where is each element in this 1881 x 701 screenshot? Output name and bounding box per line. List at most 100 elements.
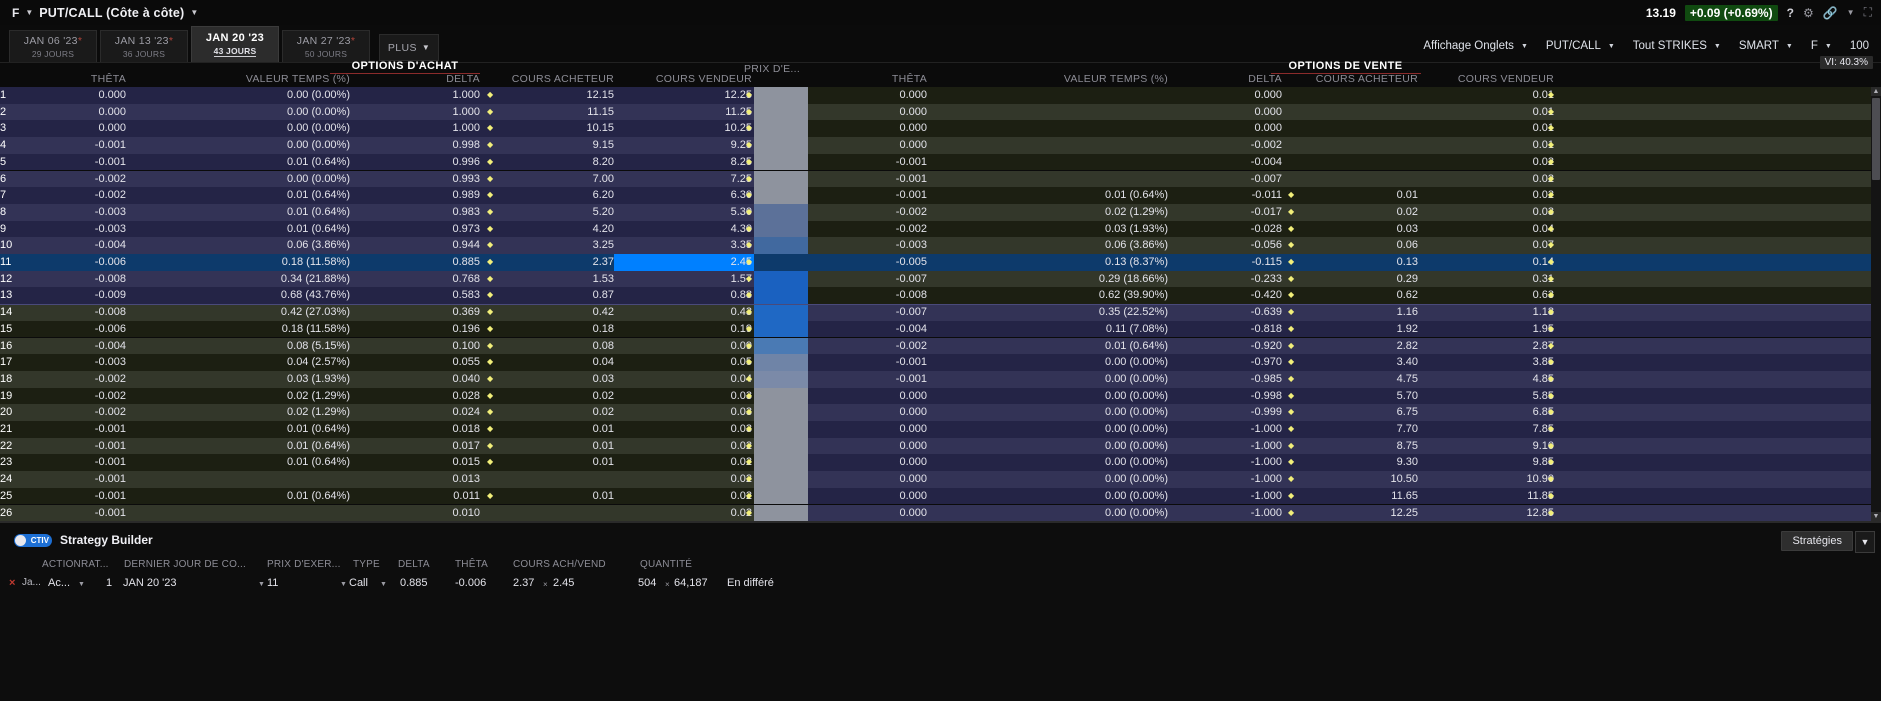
table-row[interactable]: -0.008 0.42 (27.03%) 0.369 ◆ 0.42 0.43 ◆ 14 -0.… [0,304,1881,321]
leg-ratio[interactable]: 1 [106,574,112,592]
put-delta[interactable]: -1.000 [1172,471,1282,488]
col-header-put-delta[interactable]: DELTA [1172,73,1282,85]
put-ask[interactable]: 10.90 ◆ [1424,471,1554,488]
call-time-value[interactable]: 0.34 (21.88%) [130,271,350,288]
put-time-value[interactable]: 0.00 (0.00%) [935,421,1168,438]
put-bid[interactable]: ◆ 11.65 [1288,488,1418,505]
call-delta[interactable]: 0.973 [355,221,480,238]
call-theta[interactable]: -0.002 [0,171,126,188]
put-bid[interactable]: ◆ 0.03 [1288,221,1418,238]
link-chevron-down-icon[interactable]: ▼ [1847,8,1855,17]
call-delta[interactable]: 0.768 [355,271,480,288]
quantity-field[interactable]: 100 [1841,40,1873,52]
put-ask[interactable]: 9.85 ◆ [1424,454,1554,471]
leg-last-day[interactable]: JAN 20 '23 [123,574,176,592]
option-type-dropdown[interactable]: PUT/CALL ▼ [1537,40,1624,52]
call-bid[interactable]: ◆ 12.15 [487,87,614,104]
call-bid[interactable]: ◆ 3.25 [487,237,614,254]
table-row[interactable]: -0.003 0.01 (0.64%) 0.973 ◆ 4.20 4.30 ◆ 9 -0.00… [0,220,1881,238]
put-time-value[interactable]: 0.62 (39.90%) [935,287,1168,304]
strike-price[interactable]: 16 [0,338,12,355]
put-time-value[interactable] [935,171,1168,188]
call-bid[interactable]: ◆ 6.20 [487,187,614,204]
call-time-value[interactable] [130,471,350,488]
leg-type-chevron-down-icon[interactable]: ▼ [380,574,387,596]
call-theta[interactable]: -0.004 [0,237,126,254]
call-ask[interactable]: 11.25 ◆ [625,104,752,121]
put-delta[interactable]: -1.000 [1172,505,1282,522]
call-time-value[interactable]: 0.01 (0.64%) [130,421,350,438]
call-ask[interactable]: 7.25 ◆ [625,171,752,188]
expand-icon[interactable]: ⛶ [1864,5,1872,20]
call-bid[interactable]: ◆ 0.04 [487,354,614,371]
call-bid[interactable]: ◆ 0.03 [487,371,614,388]
table-row[interactable]: -0.006 0.18 (11.58%) 0.885 ◆ 2.37 2.45 ◆ 11 -0.… [0,254,1881,271]
put-delta[interactable]: -0.998 [1172,388,1282,405]
put-theta[interactable]: -0.001 [815,154,927,171]
put-ask[interactable]: 0.01 ◆ [1424,104,1554,121]
put-time-value[interactable]: 0.00 (0.00%) [935,454,1168,471]
put-delta[interactable]: 0.000 [1172,120,1282,137]
put-time-value[interactable]: 0.00 (0.00%) [935,488,1168,505]
put-delta[interactable]: -0.639 [1172,304,1282,321]
put-theta[interactable]: -0.003 [815,237,927,254]
table-row[interactable]: 0.000 0.00 (0.00%) 1.000 ◆ 11.15 11.25 ◆ 2 0.00… [0,103,1881,121]
table-row[interactable]: -0.001 0.010 0.02 ◆ 26 0.000 0.00 (0.00%) -1.0… [0,504,1881,522]
call-bid[interactable] [487,471,614,488]
call-time-value[interactable]: 0.00 (0.00%) [130,87,350,104]
leg-strike-chevron-down-icon[interactable]: ▼ [340,574,347,596]
put-bid[interactable]: ◆ 1.92 [1288,321,1418,338]
title-chevron-down-icon[interactable]: ▼ [190,8,198,17]
call-time-value[interactable]: 0.08 (5.15%) [130,338,350,355]
put-bid[interactable]: ◆ 0.29 [1288,271,1418,288]
call-ask[interactable]: 0.02 ◆ [625,471,752,488]
call-theta[interactable]: -0.001 [0,137,126,154]
strike-price[interactable]: 19 [0,388,12,405]
put-time-value[interactable] [935,104,1168,121]
put-time-value[interactable] [935,87,1168,104]
call-time-value[interactable]: 0.00 (0.00%) [130,120,350,137]
expiry-tab-2-selected[interactable]: JAN 20 '23 43 JOURS [191,26,279,62]
put-time-value[interactable]: 0.01 (0.64%) [935,338,1168,355]
put-bid[interactable]: ◆ 10.50 [1288,471,1418,488]
put-theta[interactable]: -0.005 [815,254,927,271]
call-ask[interactable]: 5.30 ◆ [625,204,752,221]
table-row[interactable]: -0.002 0.00 (0.00%) 0.993 ◆ 7.00 7.25 ◆ 6 -0.00… [0,170,1881,188]
call-time-value[interactable]: 0.03 (1.93%) [130,371,350,388]
call-time-value[interactable]: 0.42 (27.03%) [130,304,350,321]
strike-price[interactable]: 25 [0,488,12,505]
call-ask[interactable]: 0.88 ◆ [625,287,752,304]
call-bid[interactable]: ◆ 0.01 [487,421,614,438]
call-time-value[interactable]: 0.68 (43.76%) [130,287,350,304]
table-row[interactable]: -0.001 0.00 (0.00%) 0.998 ◆ 9.15 9.25 ◆ 4 0.000… [0,137,1881,154]
call-delta[interactable]: 0.028 [355,388,480,405]
call-time-value[interactable]: 0.00 (0.00%) [130,137,350,154]
call-theta[interactable]: -0.006 [0,254,126,271]
put-ask[interactable]: 2.87 ◆ [1424,338,1554,355]
call-delta[interactable]: 0.018 [355,421,480,438]
put-ask[interactable]: 0.03 ◆ [1424,204,1554,221]
call-delta[interactable]: 0.100 [355,338,480,355]
call-ask[interactable]: 0.05 ◆ [625,354,752,371]
strike-price[interactable]: 21 [0,421,12,438]
more-expiries-button[interactable]: PLUS ▼ [379,34,439,61]
call-bid[interactable]: ◆ 0.01 [487,438,614,455]
put-bid[interactable]: ◆ 9.30 [1288,454,1418,471]
table-row[interactable]: -0.002 0.01 (0.64%) 0.989 ◆ 6.20 6.30 ◆ 7 -0.00… [0,187,1881,204]
table-row[interactable]: 0.000 0.00 (0.00%) 1.000 ◆ 12.15 12.25 ◆ 1 0.00… [0,87,1881,104]
call-ask[interactable]: 2.45 ◆ [625,254,752,271]
put-bid[interactable]: ◆ 0.62 [1288,287,1418,304]
put-delta[interactable]: -1.000 [1172,454,1282,471]
put-delta[interactable]: -0.420 [1172,287,1282,304]
call-time-value[interactable]: 0.00 (0.00%) [130,171,350,188]
call-theta[interactable]: -0.001 [0,438,126,455]
table-row[interactable]: -0.008 0.34 (21.88%) 0.768 ◆ 1.53 1.57 ◆ 12 -0.… [0,270,1881,288]
put-ask[interactable]: 5.85 ◆ [1424,388,1554,405]
strike-price[interactable]: 18 [0,371,12,388]
strategy-builder-toggle[interactable]: CTIV [14,533,52,547]
strike-price[interactable]: 9 [0,221,6,238]
put-time-value[interactable]: 0.02 (1.29%) [935,204,1168,221]
put-ask[interactable]: 0.63 ◆ [1424,287,1554,304]
call-bid[interactable]: ◆ 0.18 [487,321,614,338]
strike-price[interactable]: 2 [0,104,6,121]
